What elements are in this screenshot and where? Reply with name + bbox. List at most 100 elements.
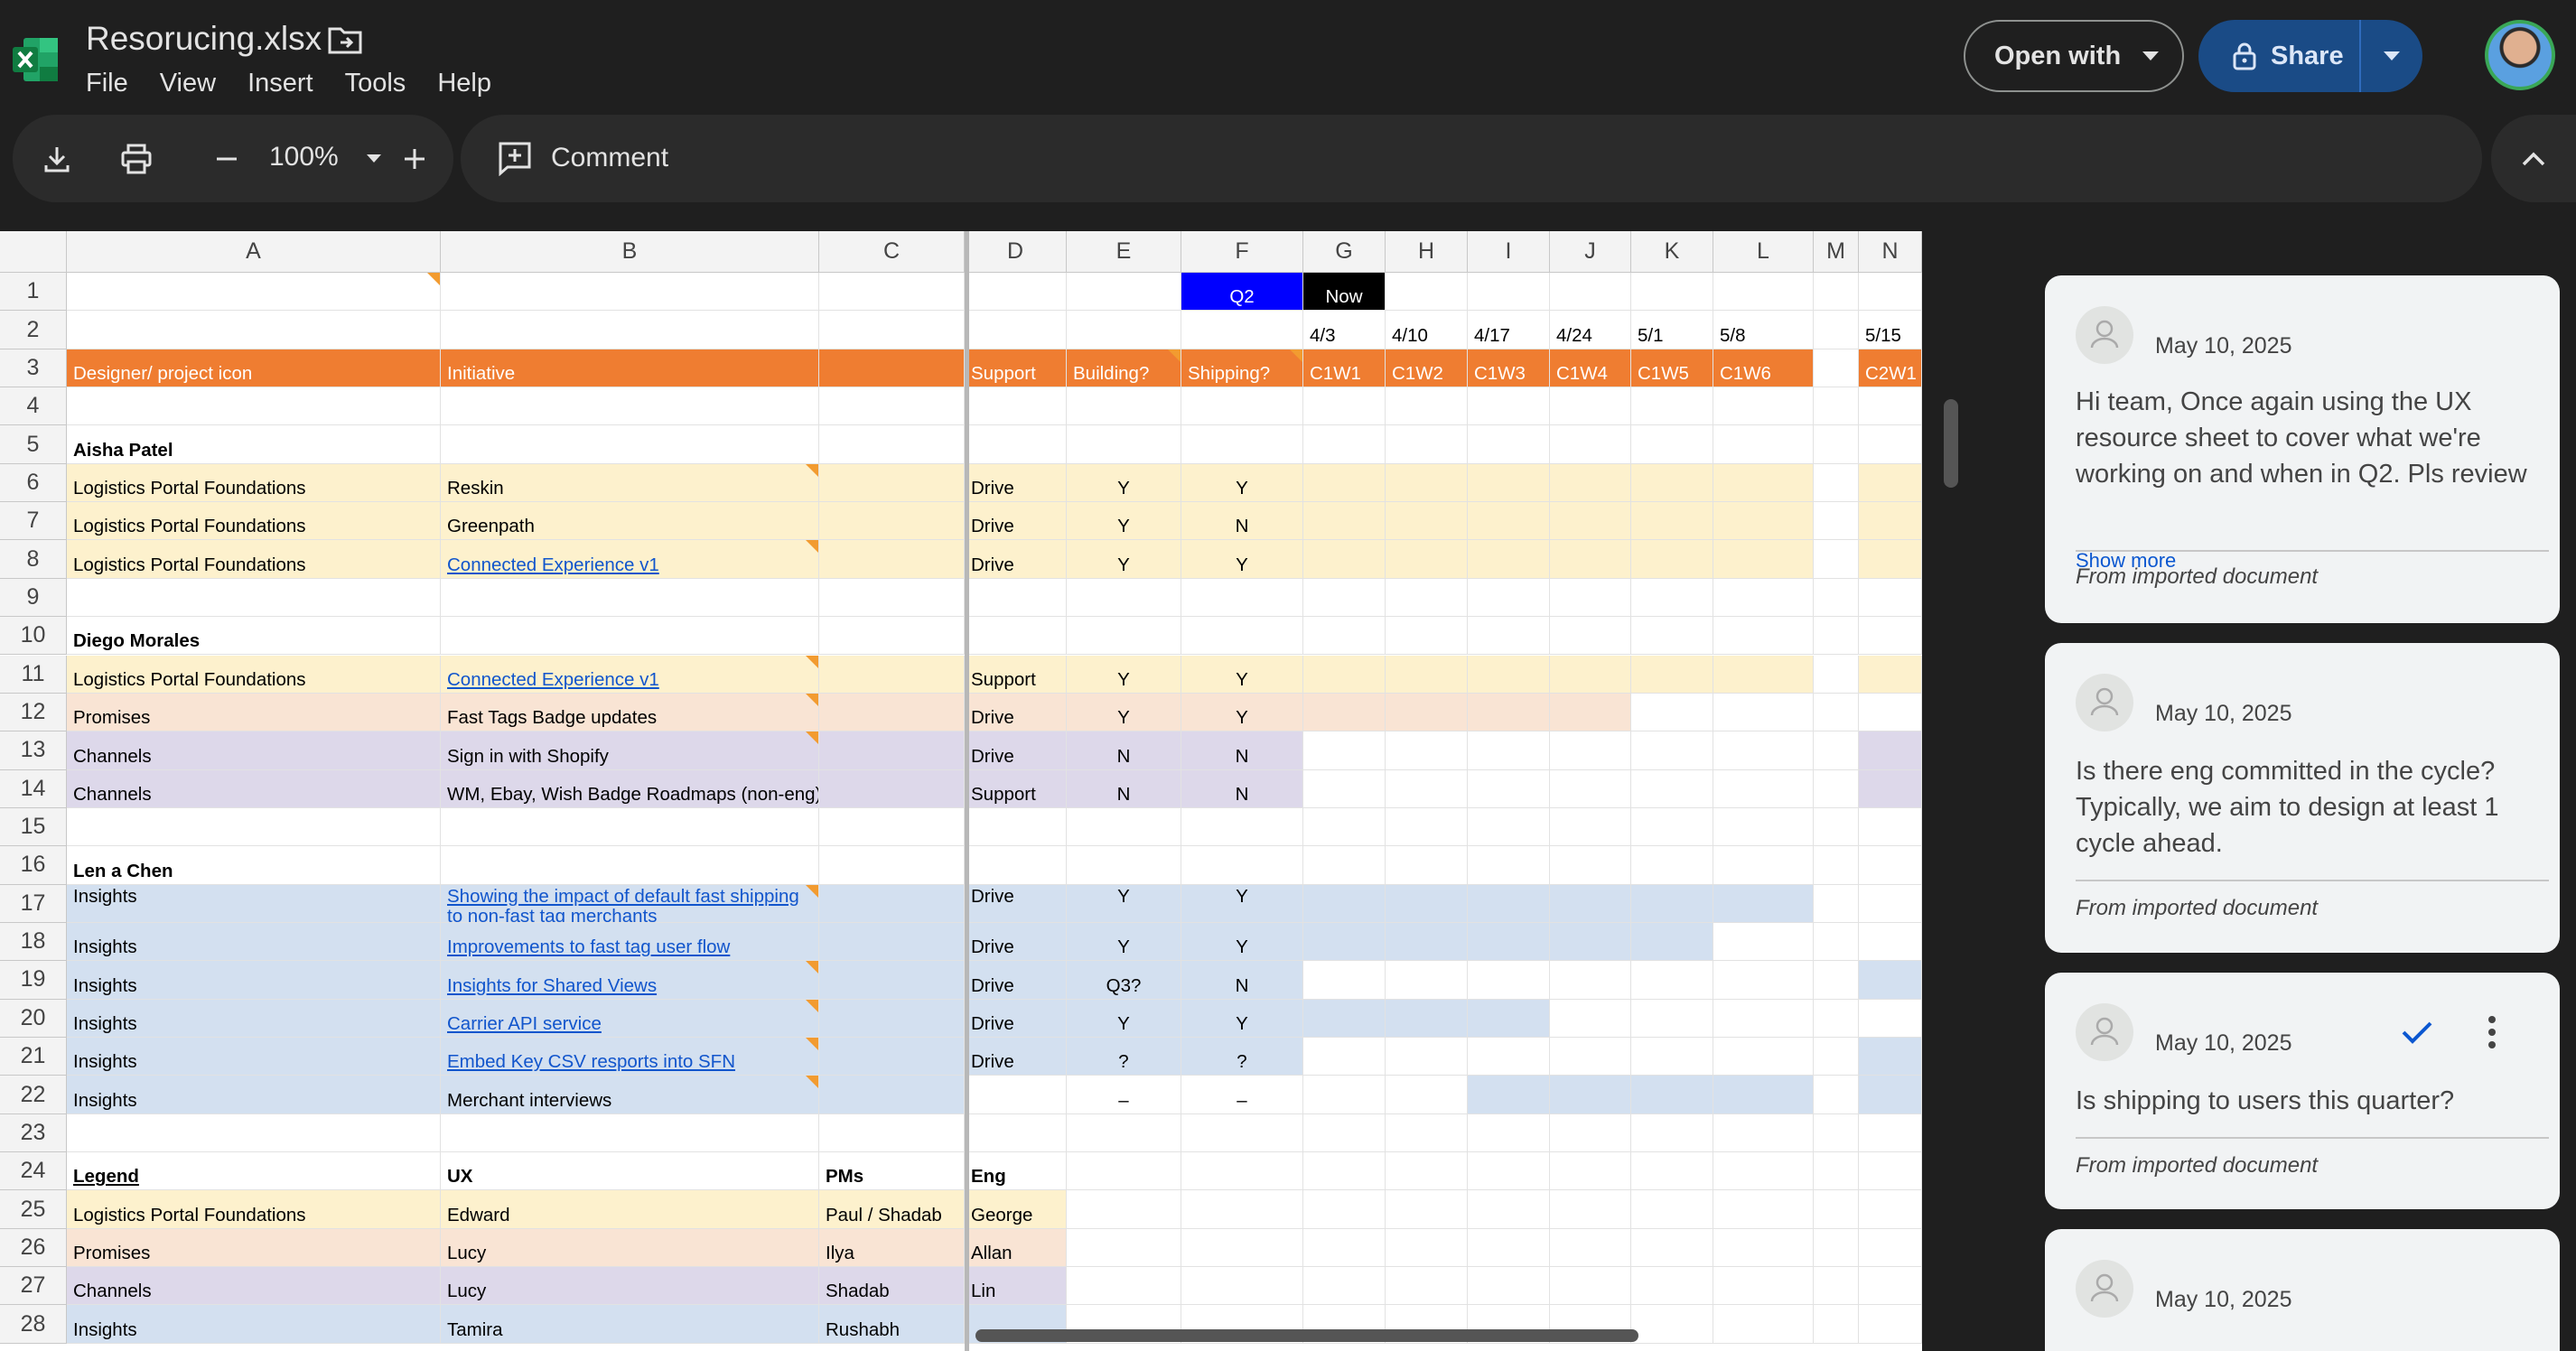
empty-cell-n8[interactable]	[1859, 540, 1922, 579]
row-header-27[interactable]: 27	[0, 1267, 67, 1306]
account-avatar[interactable]	[2485, 20, 2555, 90]
comment-card[interactable]: May 10, 2025	[2045, 1229, 2560, 1351]
empty-cell-j16[interactable]	[1550, 846, 1631, 885]
cell-f18[interactable]: Y	[1181, 922, 1303, 962]
empty-cell-j5[interactable]	[1550, 425, 1631, 464]
empty-cell-n6[interactable]	[1859, 463, 1922, 503]
empty-cell-i9[interactable]	[1468, 578, 1550, 618]
cell-a17[interactable]: Insights	[67, 884, 441, 923]
empty-cell-c23[interactable]	[819, 1113, 965, 1153]
cell-a22[interactable]: Insights	[67, 1076, 441, 1114]
cell-a5[interactable]: Aisha Patel	[67, 425, 441, 464]
empty-cell-j27[interactable]	[1550, 1267, 1631, 1306]
empty-cell-j20[interactable]	[1550, 999, 1631, 1038]
cell-b6[interactable]: Reskin	[441, 463, 819, 503]
empty-cell-l21[interactable]	[1713, 1038, 1814, 1076]
empty-cell-g8[interactable]	[1303, 540, 1386, 579]
empty-cell-g11[interactable]	[1303, 655, 1386, 694]
empty-cell-l7[interactable]	[1713, 502, 1814, 541]
empty-cell-c21[interactable]	[819, 1038, 965, 1076]
empty-cell-g16[interactable]	[1303, 846, 1386, 885]
empty-cell-k24[interactable]	[1631, 1152, 1713, 1191]
empty-cell-k5[interactable]	[1631, 425, 1713, 464]
empty-cell-l8[interactable]	[1713, 540, 1814, 579]
empty-cell-f27[interactable]	[1181, 1267, 1303, 1306]
open-with-button[interactable]: Open with	[1964, 20, 2184, 92]
empty-cell-i20[interactable]	[1468, 999, 1550, 1038]
empty-cell-e27[interactable]	[1067, 1267, 1181, 1306]
cell-a27[interactable]: Channels	[67, 1267, 441, 1306]
empty-cell-h24[interactable]	[1386, 1152, 1468, 1191]
empty-cell-g25[interactable]	[1303, 1190, 1386, 1229]
empty-cell-d2[interactable]	[965, 311, 1067, 349]
cell-f6[interactable]: Y	[1181, 463, 1303, 503]
column-header-e[interactable]: E	[1067, 231, 1181, 273]
empty-cell-n4[interactable]	[1859, 387, 1922, 426]
cell-g2[interactable]: 4/3	[1303, 311, 1386, 349]
share-main-button[interactable]: Share	[2198, 20, 2361, 92]
empty-cell-k17[interactable]	[1631, 884, 1713, 923]
column-header-d[interactable]: D	[965, 231, 1067, 273]
empty-cell-k9[interactable]	[1631, 578, 1713, 618]
empty-cell-m23[interactable]	[1814, 1113, 1859, 1153]
row-header-8[interactable]: 8	[0, 540, 67, 579]
empty-cell-k22[interactable]	[1631, 1076, 1713, 1114]
cell-b12[interactable]: Fast Tags Badge updates	[441, 693, 819, 732]
empty-cell-k11[interactable]	[1631, 655, 1713, 694]
cell-e21[interactable]: ?	[1067, 1038, 1181, 1076]
empty-cell-j12[interactable]	[1550, 693, 1631, 732]
empty-cell-n27[interactable]	[1859, 1267, 1922, 1306]
empty-cell-n19[interactable]	[1859, 961, 1922, 1000]
empty-cell-f15[interactable]	[1181, 807, 1303, 847]
cell-a18[interactable]: Insights	[67, 922, 441, 962]
empty-cell-l17[interactable]	[1713, 884, 1814, 923]
empty-cell-l24[interactable]	[1713, 1152, 1814, 1191]
cell-f19[interactable]: N	[1181, 961, 1303, 1000]
empty-cell-g24[interactable]	[1303, 1152, 1386, 1191]
cell-b13[interactable]: Sign in with Shopify	[441, 731, 819, 770]
empty-cell-h12[interactable]	[1386, 693, 1468, 732]
empty-cell-f24[interactable]	[1181, 1152, 1303, 1191]
empty-cell-c8[interactable]	[819, 540, 965, 579]
cell-k3[interactable]: C1W5	[1631, 349, 1713, 388]
cell-a24[interactable]: Legend	[67, 1152, 441, 1191]
row-header-1[interactable]: 1	[0, 273, 67, 312]
empty-cell-h23[interactable]	[1386, 1113, 1468, 1153]
cell-d6[interactable]: Drive	[965, 463, 1067, 503]
row-header-4[interactable]: 4	[0, 387, 67, 426]
empty-cell-b5[interactable]	[441, 425, 819, 464]
cell-l2[interactable]: 5/8	[1713, 311, 1814, 349]
empty-cell-h8[interactable]	[1386, 540, 1468, 579]
empty-cell-i5[interactable]	[1468, 425, 1550, 464]
empty-cell-g19[interactable]	[1303, 961, 1386, 1000]
horizontal-scrollbar[interactable]	[975, 1329, 1638, 1342]
empty-cell-f5[interactable]	[1181, 425, 1303, 464]
zoom-in-icon[interactable]	[396, 140, 434, 178]
cell-a12[interactable]: Promises	[67, 693, 441, 732]
row-header-23[interactable]: 23	[0, 1113, 67, 1153]
empty-cell-h7[interactable]	[1386, 502, 1468, 541]
empty-cell-n22[interactable]	[1859, 1076, 1922, 1114]
row-header-7[interactable]: 7	[0, 502, 67, 541]
empty-cell-l26[interactable]	[1713, 1228, 1814, 1268]
print-icon[interactable]	[117, 140, 155, 178]
cell-h2[interactable]: 4/10	[1386, 311, 1468, 349]
empty-cell-m2[interactable]	[1814, 311, 1859, 349]
empty-cell-e23[interactable]	[1067, 1113, 1181, 1153]
empty-cell-g7[interactable]	[1303, 502, 1386, 541]
empty-cell-n20[interactable]	[1859, 999, 1922, 1038]
empty-cell-j19[interactable]	[1550, 961, 1631, 1000]
empty-cell-j7[interactable]	[1550, 502, 1631, 541]
cell-a19[interactable]: Insights	[67, 961, 441, 1000]
empty-cell-j24[interactable]	[1550, 1152, 1631, 1191]
cell-d20[interactable]: Drive	[965, 999, 1067, 1038]
cell-a14[interactable]: Channels	[67, 769, 441, 808]
empty-cell-h21[interactable]	[1386, 1038, 1468, 1076]
empty-cell-l4[interactable]	[1713, 387, 1814, 426]
cell-b14[interactable]: WM, Ebay, Wish Badge Roadmaps (non-eng)	[441, 769, 819, 808]
empty-cell-i24[interactable]	[1468, 1152, 1550, 1191]
resolve-check-icon[interactable]	[2399, 1018, 2435, 1047]
column-header-k[interactable]: K	[1631, 231, 1713, 273]
empty-cell-b2[interactable]	[441, 311, 819, 349]
empty-cell-e10[interactable]	[1067, 617, 1181, 656]
